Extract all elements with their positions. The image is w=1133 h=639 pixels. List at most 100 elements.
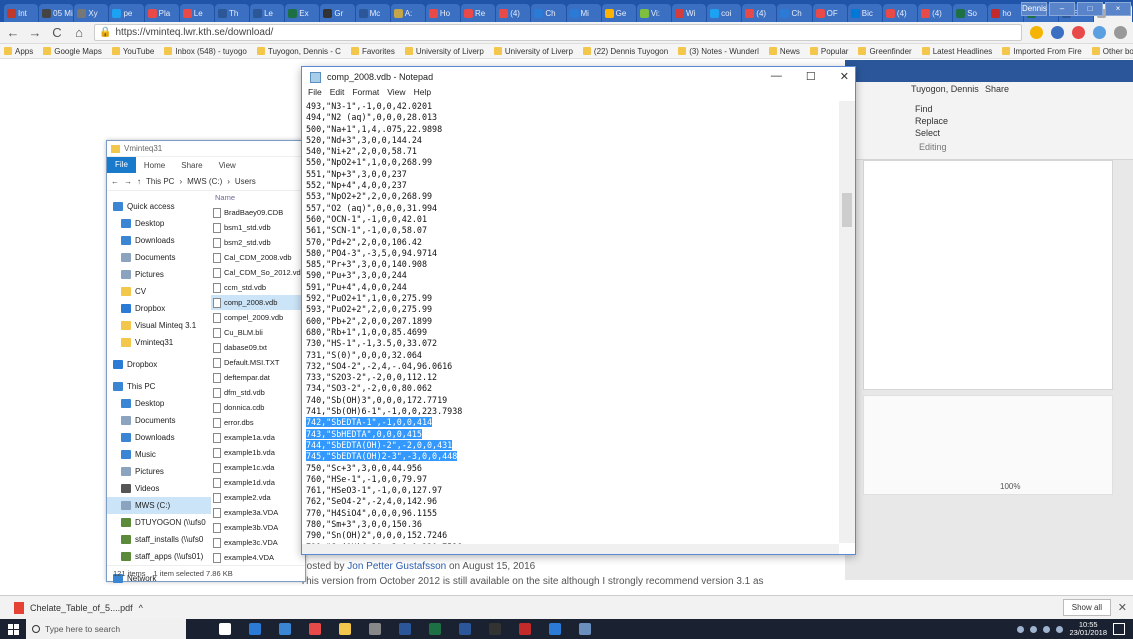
- file-item[interactable]: dabase09.txt: [211, 340, 305, 355]
- file-item[interactable]: bsm1_std.vdb: [211, 220, 305, 235]
- taskbar-app-icon[interactable]: [549, 623, 561, 635]
- back-icon[interactable]: ←: [111, 177, 119, 186]
- breadcrumb-this-pc[interactable]: This PC: [146, 177, 174, 186]
- nav-item[interactable]: Documents: [107, 249, 211, 266]
- bookmark-item[interactable]: Other bookmarks: [1091, 47, 1133, 56]
- file-item[interactable]: example1a.vda: [211, 430, 305, 445]
- browser-tab[interactable]: ho: [988, 4, 1023, 22]
- taskbar-app-icon[interactable]: [399, 623, 411, 635]
- browser-tab[interactable]: OF: [812, 4, 847, 22]
- file-item[interactable]: Cal_CDM_2008.vdb: [211, 250, 305, 265]
- bookmark-item[interactable]: Popular: [809, 47, 848, 56]
- nav-item[interactable]: Quick access: [107, 198, 211, 215]
- tray-icon[interactable]: [1043, 625, 1051, 633]
- nav-item[interactable]: Videos: [107, 480, 211, 497]
- close-icon[interactable]: ✕: [840, 70, 849, 83]
- bookmark-item[interactable]: Favorites: [350, 47, 395, 56]
- file-item[interactable]: example1c.vda: [211, 460, 305, 475]
- extension-icon[interactable]: [1072, 26, 1085, 39]
- word-share-button[interactable]: Share: [985, 84, 1009, 94]
- menu-format[interactable]: Format: [352, 87, 379, 101]
- menu-edit[interactable]: Edit: [330, 87, 345, 101]
- taskbar-search[interactable]: Type here to search: [26, 619, 186, 639]
- file-item[interactable]: example3b.VDA: [211, 520, 305, 535]
- browser-tab[interactable]: (4): [918, 4, 953, 22]
- word-document-page[interactable]: [863, 395, 1113, 495]
- menu-view[interactable]: View: [387, 87, 405, 101]
- reload-icon[interactable]: C: [50, 25, 64, 40]
- bookmark-item[interactable]: Apps: [4, 47, 33, 56]
- tab-share[interactable]: Share: [173, 161, 210, 170]
- download-item[interactable]: Chelate_Table_of_5....pdf: [30, 603, 133, 613]
- taskbar-app-icon[interactable]: [249, 623, 261, 635]
- nav-item[interactable]: staff_installs (\\ufs0: [107, 531, 211, 548]
- find-button[interactable]: Find: [915, 104, 933, 114]
- nav-item[interactable]: Vminteq31: [107, 334, 211, 351]
- scrollbar-thumb[interactable]: [842, 193, 852, 227]
- browser-tab[interactable]: Ho: [425, 4, 461, 22]
- bookmark-item[interactable]: YouTube: [111, 47, 154, 56]
- browser-tab[interactable]: Vi:: [636, 4, 671, 22]
- start-button[interactable]: [0, 619, 26, 639]
- taskbar-app-icon[interactable]: [459, 623, 471, 635]
- browser-tab[interactable]: Th: [214, 4, 250, 22]
- replace-button[interactable]: Replace: [915, 116, 948, 126]
- minimize-icon[interactable]: —: [771, 70, 782, 83]
- bookmark-item[interactable]: Greenfinder: [858, 47, 912, 56]
- browser-tab[interactable]: Ch: [531, 4, 566, 22]
- browser-tab[interactable]: (4): [742, 4, 777, 22]
- nav-item[interactable]: Documents: [107, 412, 211, 429]
- browser-tab[interactable]: Ch: [777, 4, 812, 22]
- menu-icon[interactable]: [1114, 26, 1127, 39]
- file-item[interactable]: example3c.VDA: [211, 535, 305, 550]
- extension-icon[interactable]: [1093, 26, 1106, 39]
- word-user[interactable]: Tuyogon, Dennis: [911, 84, 979, 94]
- address-bar[interactable]: 🔒 https://vminteq.lwr.kth.se/download/: [94, 24, 1022, 41]
- menu-help[interactable]: Help: [414, 87, 431, 101]
- browser-tab[interactable]: So: [953, 4, 988, 22]
- tab-file[interactable]: File: [107, 157, 136, 173]
- minimize-button[interactable]: –: [1049, 2, 1075, 16]
- browser-tab[interactable]: Mi: [566, 4, 601, 22]
- back-icon[interactable]: ←: [6, 25, 20, 40]
- browser-tab[interactable]: A:: [390, 4, 425, 22]
- browser-tab[interactable]: Le: [179, 4, 214, 22]
- file-item[interactable]: example1d.vda: [211, 475, 305, 490]
- close-button[interactable]: ×: [1105, 2, 1131, 16]
- bookmark-item[interactable]: (3) Notes - Wunderl: [678, 47, 759, 56]
- browser-tab[interactable]: 05 Mi: [39, 4, 74, 22]
- chevron-up-icon[interactable]: ^: [139, 603, 143, 613]
- nav-item[interactable]: Desktop: [107, 215, 211, 232]
- file-item[interactable]: example3a.VDA: [211, 505, 305, 520]
- bookmark-item[interactable]: University of Liverp: [493, 47, 573, 56]
- file-item[interactable]: example1b.vda: [211, 445, 305, 460]
- clock[interactable]: 10:55 23/01/2018: [1069, 621, 1107, 637]
- bookmark-item[interactable]: Tuyogon, Dennis - C: [256, 47, 341, 56]
- browser-tab[interactable]: Int: [4, 4, 39, 22]
- file-item[interactable]: example2.vda: [211, 490, 305, 505]
- profile-button[interactable]: Dennis: [1021, 2, 1047, 16]
- file-item[interactable]: deftempar.dat: [211, 370, 305, 385]
- breadcrumb-users[interactable]: Users: [235, 177, 256, 186]
- nav-item[interactable]: Pictures: [107, 266, 211, 283]
- horizontal-scrollbar[interactable]: [302, 544, 839, 554]
- bookmark-item[interactable]: News: [768, 47, 800, 56]
- menu-file[interactable]: File: [308, 87, 322, 101]
- browser-tab[interactable]: coi: [707, 4, 742, 22]
- browser-tab[interactable]: Mc: [355, 4, 390, 22]
- nav-item[interactable]: Dropbox: [107, 300, 211, 317]
- file-item[interactable]: bsm2_std.vdb: [211, 235, 305, 250]
- nav-item[interactable]: CV: [107, 283, 211, 300]
- taskbar-app-icon[interactable]: [309, 623, 321, 635]
- taskbar-app-icon[interactable]: [369, 623, 381, 635]
- forward-icon[interactable]: →: [28, 25, 42, 40]
- breadcrumb-drive[interactable]: MWS (C:): [187, 177, 222, 186]
- tab-home[interactable]: Home: [136, 161, 173, 170]
- column-header-name[interactable]: Name: [211, 193, 305, 205]
- browser-tab[interactable]: Gr: [320, 4, 355, 22]
- maximize-icon[interactable]: ☐: [806, 70, 816, 83]
- browser-tab[interactable]: (4): [496, 4, 531, 22]
- maximize-button[interactable]: □: [1077, 2, 1103, 16]
- browser-tab[interactable]: pe: [109, 4, 144, 22]
- nav-item[interactable]: Pictures: [107, 463, 211, 480]
